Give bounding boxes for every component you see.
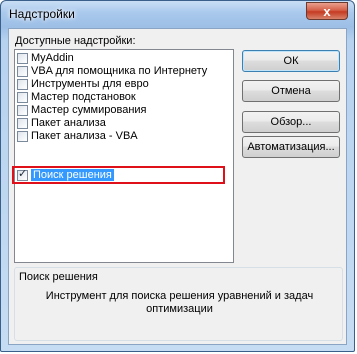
addin-item-analysis-toolpak[interactable]: Пакет анализа: [17, 117, 225, 130]
browse-button[interactable]: Обзор...: [242, 111, 340, 133]
description-text: Инструмент для поиска решения уравнений …: [45, 290, 314, 315]
checkbox[interactable]: [17, 79, 28, 90]
addin-item-sum-wizard[interactable]: Мастер суммирования: [17, 104, 225, 117]
checkbox[interactable]: [17, 92, 28, 103]
addin-label: Мастер суммирования: [31, 104, 147, 116]
addins-dialog: Надстройки x Доступные надстройки: MyAdd…: [0, 0, 355, 352]
addin-label: VBA для помощника по Интернету: [31, 65, 208, 77]
description-group: Поиск решения Инструмент для поиска реше…: [14, 267, 343, 341]
ok-button[interactable]: ОК: [242, 50, 340, 72]
addin-label: Пакет анализа: [31, 117, 106, 129]
checkbox[interactable]: [17, 66, 28, 77]
addin-label: Мастер подстановок: [31, 91, 136, 103]
addin-label: Пакет анализа - VBA: [31, 130, 138, 142]
close-button[interactable]: x: [306, 2, 348, 20]
dialog-client: Доступные надстройки: MyAddin VBA для по…: [8, 28, 347, 345]
checkbox[interactable]: [17, 118, 28, 129]
addin-label: Инструменты для евро: [31, 78, 149, 90]
addin-item-vba-internet[interactable]: VBA для помощника по Интернету: [17, 65, 225, 78]
cancel-button[interactable]: Отмена: [242, 80, 340, 102]
close-icon: x: [323, 4, 331, 19]
highlight-frame: [12, 166, 225, 184]
checkbox[interactable]: [17, 131, 28, 142]
addin-item-myaddin[interactable]: MyAddin: [17, 52, 225, 65]
checkbox[interactable]: [17, 53, 28, 64]
addin-item-analysis-toolpak-vba[interactable]: Пакет анализа - VBA: [17, 130, 225, 143]
available-addins-label: Доступные надстройки:: [15, 35, 136, 47]
addins-listbox[interactable]: MyAddin VBA для помощника по Интернету И…: [14, 49, 234, 263]
addin-item-euro-tools[interactable]: Инструменты для евро: [17, 78, 225, 91]
addin-label: MyAddin: [31, 52, 74, 64]
automation-button[interactable]: Автоматизация...: [242, 136, 340, 158]
checkbox[interactable]: [17, 105, 28, 116]
addin-item-lookup-wizard[interactable]: Мастер подстановок: [17, 91, 225, 104]
dialog-title: Надстройки: [9, 7, 75, 21]
description-title: Поиск решения: [19, 271, 98, 283]
title-bar[interactable]: Надстройки x: [1, 1, 354, 28]
